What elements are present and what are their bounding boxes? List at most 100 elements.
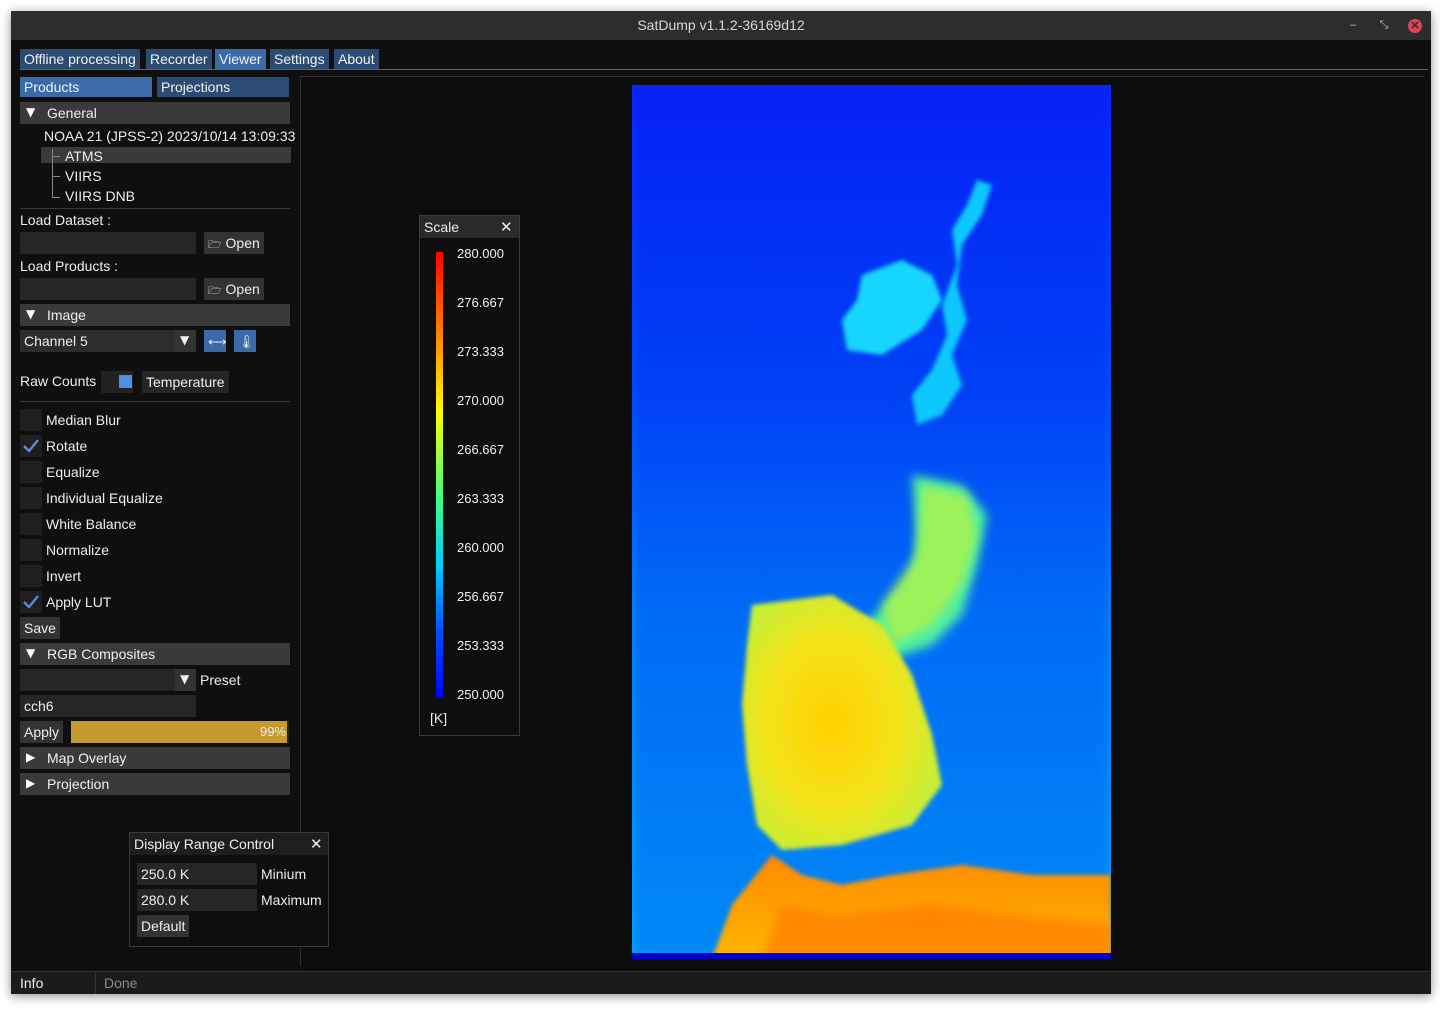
minimum-input[interactable]: 250.0 K xyxy=(137,863,257,885)
rotate-checkbox[interactable] xyxy=(20,435,42,457)
scale-title: Scale xyxy=(424,219,460,235)
median-blur-checkbox[interactable] xyxy=(20,409,42,431)
default-button[interactable]: Default xyxy=(137,915,190,937)
scale-tick: 273.333 xyxy=(457,344,504,359)
apply-lut-label: Apply LUT xyxy=(46,594,112,610)
product-item-viirs-dnb[interactable]: VIIRS DNB xyxy=(65,188,135,204)
dataset-name[interactable]: NOAA 21 (JPSS-2) 2023/10/14 13:09:33 xyxy=(44,128,295,144)
tab-offline-processing[interactable]: Offline processing xyxy=(20,49,140,69)
tab-about[interactable]: About xyxy=(334,49,379,69)
divider xyxy=(20,208,290,209)
checkmark-icon xyxy=(23,439,39,453)
open-products-label: Open xyxy=(225,281,260,297)
thermometer-icon: 🌡 xyxy=(238,334,255,349)
scale-unit: [K] xyxy=(430,710,448,726)
product-item-viirs[interactable]: VIIRS xyxy=(65,168,102,184)
temperature-button[interactable]: 🌡 xyxy=(234,330,256,352)
median-blur-label: Median Blur xyxy=(46,412,121,428)
equalize-label: Equalize xyxy=(46,464,100,480)
minimum-value: 250.0 K xyxy=(141,866,190,882)
equalize-checkbox[interactable] xyxy=(20,461,42,483)
restore-icon[interactable]: ⤡ xyxy=(1377,18,1391,32)
status-divider xyxy=(95,972,96,994)
scale-tick: 276.667 xyxy=(457,295,504,310)
range-button[interactable]: ⟷ xyxy=(204,330,227,352)
tree-branch xyxy=(52,197,60,198)
expression-input[interactable]: cch6 xyxy=(20,695,196,717)
open-dataset-button[interactable]: 🗁 Open xyxy=(204,232,264,254)
map-overlay-header[interactable]: ▶ Map Overlay xyxy=(20,747,290,769)
status-bar: Info Done xyxy=(11,971,1431,994)
rgb-composites-header[interactable]: ▼ RGB Composites xyxy=(20,643,290,665)
invert-label: Invert xyxy=(46,568,82,584)
tree-branch xyxy=(52,156,60,157)
scale-tick: 260.000 xyxy=(457,540,504,555)
tab-recorder[interactable]: Recorder xyxy=(146,49,212,69)
products-path-input[interactable] xyxy=(20,278,196,300)
chevron-down-icon: ▼ xyxy=(175,330,196,352)
raw-temperature-toggle[interactable] xyxy=(101,371,133,393)
folder-icon: 🗁 xyxy=(208,285,222,297)
preset-label: Preset xyxy=(200,672,241,688)
preset-select[interactable]: ▼ xyxy=(20,669,196,691)
image-header[interactable]: ▼ Image xyxy=(20,304,290,326)
scale-tick: 263.333 xyxy=(457,491,504,506)
toggle-knob xyxy=(119,375,132,388)
channel-select-value: Channel 5 xyxy=(24,333,88,349)
chevron-down-icon: ▼ xyxy=(175,669,196,691)
general-header[interactable]: ▼ General xyxy=(20,102,290,124)
apply-button[interactable]: Apply xyxy=(20,721,64,743)
progress-fill xyxy=(71,721,287,743)
invert-checkbox[interactable] xyxy=(20,565,42,587)
collapse-right-icon: ▶ xyxy=(26,750,36,764)
subtab-products[interactable]: Products xyxy=(20,77,152,97)
folder-icon: 🗁 xyxy=(208,239,222,251)
maximum-input[interactable]: 280.0 K xyxy=(137,889,257,911)
scale-window[interactable]: Scale ✕ 280.000 276.667 273.333 270.000 … xyxy=(419,215,520,736)
minimum-label: Minium xyxy=(261,866,307,882)
progress-bar: 99% xyxy=(71,721,289,743)
app-window: SatDump v1.1.2-36169d12 – ⤡ ✕ Offline pr… xyxy=(11,11,1431,994)
scale-tick: 266.667 xyxy=(457,442,504,457)
projection-header-label: Projection xyxy=(47,776,110,792)
close-window-icon[interactable]: ✕ xyxy=(1408,19,1422,33)
normalize-checkbox[interactable] xyxy=(20,539,42,561)
close-icon[interactable]: ✕ xyxy=(310,835,323,853)
divider xyxy=(20,401,290,402)
tab-underline xyxy=(20,69,1428,70)
general-header-label: General xyxy=(47,105,97,121)
drc-header[interactable]: Display Range Control ✕ xyxy=(130,833,328,855)
temperature-label: Temperature xyxy=(142,371,229,393)
image-header-label: Image xyxy=(47,307,86,323)
close-icon[interactable]: ✕ xyxy=(500,218,513,236)
display-range-control-window[interactable]: Display Range Control ✕ 250.0 K Minium 2… xyxy=(129,832,329,947)
subtab-projections[interactable]: Projections xyxy=(157,77,289,97)
minimize-icon[interactable]: – xyxy=(1346,18,1360,32)
apply-lut-checkbox[interactable] xyxy=(20,591,42,613)
open-dataset-label: Open xyxy=(225,235,260,251)
projection-header[interactable]: ▶ Projection xyxy=(20,773,290,795)
rotate-label: Rotate xyxy=(46,438,88,454)
tab-viewer[interactable]: Viewer xyxy=(215,49,266,69)
scale-window-header[interactable]: Scale ✕ xyxy=(420,216,519,238)
collapse-down-icon: ▼ xyxy=(26,105,36,119)
open-products-button[interactable]: 🗁 Open xyxy=(204,278,264,300)
individual-equalize-checkbox[interactable] xyxy=(20,487,42,509)
tree-branch xyxy=(52,176,60,177)
drc-title: Display Range Control xyxy=(134,836,275,852)
scale-tick: 250.000 xyxy=(457,687,504,702)
checkmark-icon xyxy=(23,595,39,609)
white-balance-checkbox[interactable] xyxy=(20,513,42,535)
expression-value: cch6 xyxy=(24,698,54,714)
product-item-atms[interactable]: ATMS xyxy=(65,148,103,164)
tab-settings[interactable]: Settings xyxy=(270,49,329,69)
channel-select[interactable]: Channel 5 ▼ xyxy=(20,330,196,352)
scale-tick: 256.667 xyxy=(457,589,504,604)
scale-tick: 253.333 xyxy=(457,638,504,653)
scale-tick: 280.000 xyxy=(457,246,504,261)
white-balance-label: White Balance xyxy=(46,516,137,532)
load-dataset-label: Load Dataset : xyxy=(20,212,112,228)
dataset-path-input[interactable] xyxy=(20,232,196,254)
save-button[interactable]: Save xyxy=(20,617,60,639)
satellite-image[interactable] xyxy=(632,85,1111,959)
